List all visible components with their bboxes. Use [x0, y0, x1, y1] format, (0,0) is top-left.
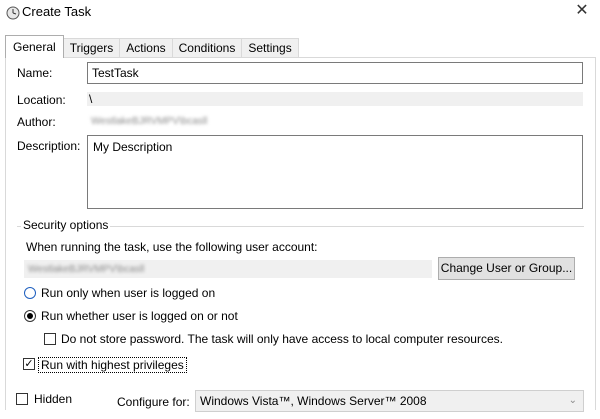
account-value: WestlakeBJRVMPV\bcasll — [28, 264, 145, 275]
configure-for-select[interactable]: Windows Vista™, Windows Server™ 2008 ⌄ — [195, 390, 584, 412]
tab-actions[interactable]: Actions — [119, 38, 173, 58]
hidden-checkbox[interactable] — [16, 393, 28, 405]
security-options-title: Security options — [21, 218, 111, 232]
radio-selected-dot — [27, 313, 33, 319]
do-not-store-password-checkbox[interactable] — [44, 333, 56, 345]
chevron-down-icon: ⌄ — [568, 395, 577, 406]
change-user-button[interactable]: Change User or Group... — [438, 257, 575, 280]
tab-general[interactable]: General — [5, 35, 64, 58]
check-icon: ✓ — [24, 358, 34, 370]
description-field[interactable]: My Description — [87, 135, 583, 209]
tab-triggers[interactable]: Triggers — [62, 38, 121, 58]
configure-for-value: Windows Vista™, Windows Server™ 2008 — [200, 394, 427, 408]
name-label: Name: — [17, 66, 53, 80]
configure-for-label: Configure for: — [117, 395, 190, 409]
window-title: Create Task — [22, 4, 92, 19]
description-label: Description: — [17, 139, 81, 153]
radio-logged-on-label[interactable]: Run only when user is logged on — [41, 286, 215, 300]
tab-conditions[interactable]: Conditions — [171, 38, 243, 58]
radio-logged-on[interactable] — [24, 287, 36, 299]
account-prompt: When running the task, use the following… — [26, 240, 318, 254]
radio-whether-label[interactable]: Run whether user is logged on or not — [41, 309, 238, 323]
close-icon[interactable]: ✕ — [570, 2, 594, 22]
hidden-label[interactable]: Hidden — [34, 392, 72, 406]
name-field[interactable]: TestTask — [87, 62, 583, 84]
clock-icon — [6, 6, 20, 20]
tab-settings[interactable]: Settings — [241, 38, 299, 58]
highest-privileges-checkbox[interactable]: ✓ — [23, 358, 35, 370]
location-label: Location: — [17, 93, 66, 107]
radio-whether-logged-on[interactable] — [24, 310, 36, 322]
location-value: \ — [89, 92, 93, 106]
location-value-bg — [87, 92, 583, 106]
author-label: Author: — [17, 115, 56, 129]
do-not-store-password-label[interactable]: Do not store password. The task will onl… — [61, 332, 503, 346]
author-value: WestlakeBJRVMPV\bcasll — [91, 116, 208, 127]
highest-privileges-label[interactable]: Run with highest privileges — [38, 357, 187, 373]
title-bar: Create Task ✕ — [0, 0, 600, 26]
tab-strip: General Triggers Actions Conditions Sett… — [5, 35, 299, 58]
